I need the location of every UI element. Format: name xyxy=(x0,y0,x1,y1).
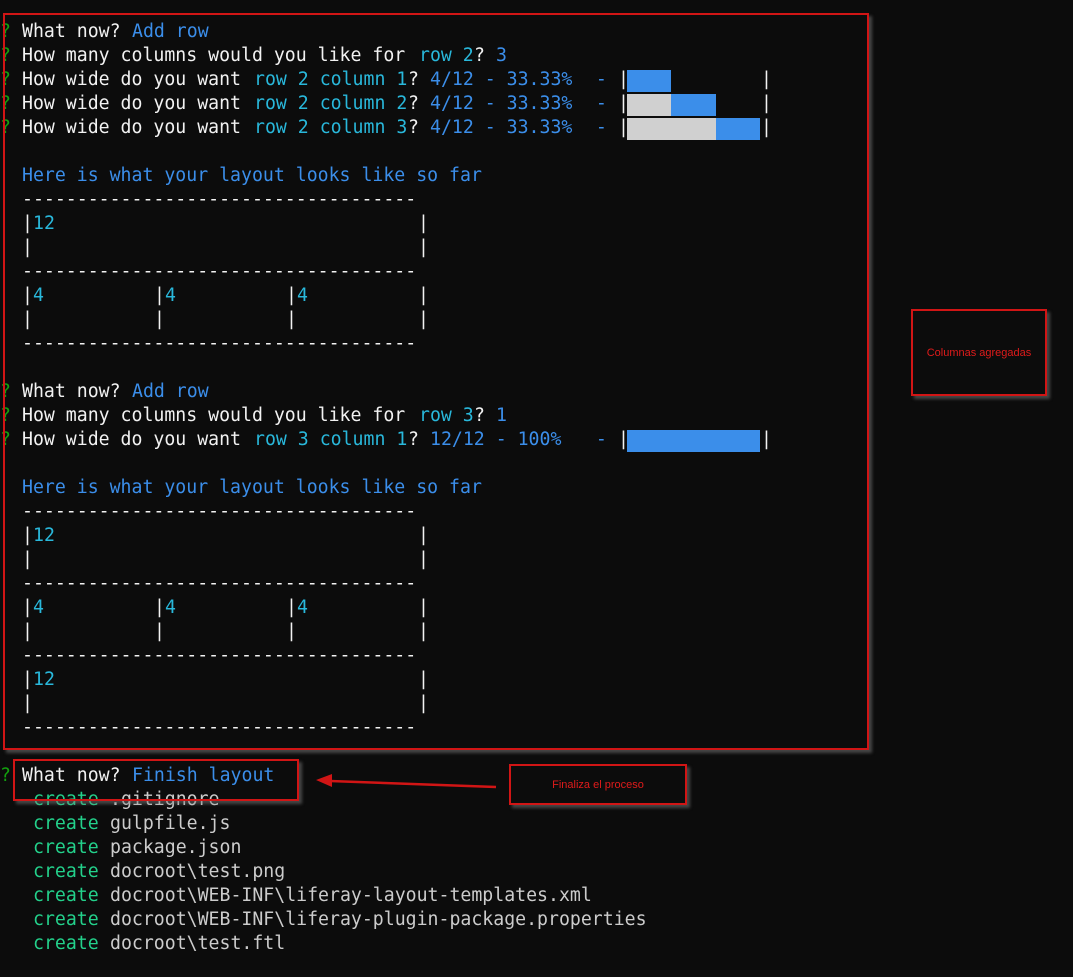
annotation-finish-note: Finaliza el proceso xyxy=(509,764,687,805)
create-verb: create xyxy=(33,813,99,834)
create-verb: create xyxy=(33,909,99,930)
created-file-path: docroot\WEB-INF\liferay-layout-templates… xyxy=(110,885,592,906)
annotation-finish-text: Finaliza el proceso xyxy=(552,778,644,791)
annotation-columns-text: Columnas agregadas xyxy=(926,346,1032,359)
annotation-frame-columns xyxy=(3,13,869,750)
create-verb: create xyxy=(33,885,99,906)
create-verb: create xyxy=(33,933,99,954)
created-file-path: docroot\WEB-INF\liferay-plugin-package.p… xyxy=(110,909,647,930)
create-verb: create xyxy=(33,837,99,858)
annotation-frame-finish xyxy=(13,759,299,801)
prompt-mark: ? xyxy=(0,765,11,786)
annotation-arrow xyxy=(316,774,497,789)
created-file-path: docroot\test.ftl xyxy=(110,933,286,954)
created-file-path: package.json xyxy=(110,837,242,858)
created-file-path: docroot\test.png xyxy=(110,861,286,882)
create-verb: create xyxy=(33,861,99,882)
annotation-columns-note: Columnas agregadas xyxy=(911,309,1047,396)
created-file-path: gulpfile.js xyxy=(110,813,231,834)
